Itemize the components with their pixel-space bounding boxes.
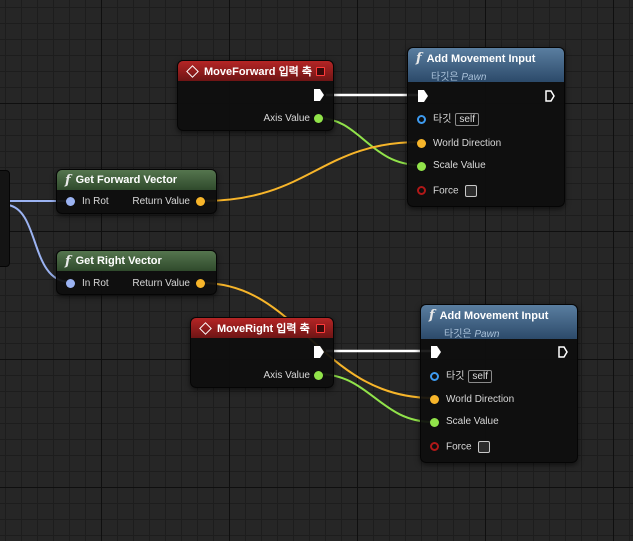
return-value-pin[interactable]	[196, 197, 205, 206]
exec-output-pin[interactable]	[545, 90, 555, 102]
event-marker-icon	[316, 323, 325, 333]
function-icon: f	[65, 172, 71, 188]
node-header: f Get Forward Vector	[57, 170, 216, 190]
in-rot-pin[interactable]	[66, 279, 75, 288]
add-movement-input-node-2[interactable]: f Add Movement Input 타깃은 Pawn 타깃 self Wor…	[420, 304, 578, 463]
scale-value-label: Scale Value	[446, 416, 499, 427]
world-direction-label: World Direction	[446, 394, 515, 405]
exec-input-pin[interactable]	[431, 346, 441, 358]
exec-output-pin[interactable]	[314, 346, 324, 358]
world-direction-label: World Direction	[433, 138, 502, 149]
scale-value-label: Scale Value	[433, 160, 486, 171]
node-title: Add Movement Input	[439, 309, 549, 322]
scale-value-pin[interactable]	[430, 418, 439, 427]
offscreen-node-edge	[0, 170, 10, 267]
get-forward-vector-node[interactable]: f Get Forward Vector In Rot Return Value	[56, 169, 217, 214]
target-pin-row: 타깃 self	[446, 370, 492, 383]
axis-value-label: Axis Value	[263, 113, 310, 124]
force-row: Force	[446, 441, 490, 454]
target-pin[interactable]	[430, 372, 439, 381]
world-direction-pin[interactable]	[430, 395, 439, 404]
diamond-icon	[199, 321, 212, 335]
node-header: f Add Movement Input 타깃은 Pawn	[421, 305, 577, 340]
in-rot-label: In Rot	[82, 278, 109, 289]
force-row: Force	[433, 185, 477, 198]
axis-value-pin[interactable]	[314, 114, 323, 123]
get-right-vector-node[interactable]: f Get Right Vector In Rot Return Value	[56, 250, 217, 295]
target-pin[interactable]	[417, 115, 426, 124]
force-checkbox[interactable]	[464, 185, 477, 197]
axis-value-label: Axis Value	[263, 370, 310, 381]
target-default-field[interactable]: self	[468, 370, 492, 383]
force-pin[interactable]	[430, 442, 439, 451]
node-subtitle: 타깃은 Pawn	[431, 72, 487, 83]
function-icon: f	[65, 253, 71, 269]
node-title: MoveRight 입력 축	[217, 323, 310, 335]
function-icon: f	[416, 51, 422, 66]
world-direction-pin[interactable]	[417, 139, 426, 148]
axis-value-pin[interactable]	[314, 371, 323, 380]
exec-output-pin[interactable]	[314, 89, 324, 101]
node-subtitle: 타깃은 Pawn	[444, 329, 500, 340]
exec-input-pin[interactable]	[418, 90, 428, 102]
return-value-label: Return Value	[132, 196, 190, 207]
move-right-event-node[interactable]: MoveRight 입력 축 Axis Value	[190, 317, 334, 388]
function-icon: f	[429, 308, 435, 323]
force-checkbox[interactable]	[477, 441, 490, 453]
add-movement-input-node-1[interactable]: f Add Movement Input 타깃은 Pawn 타깃 self Wor…	[407, 47, 565, 207]
target-default-field[interactable]: self	[455, 113, 479, 126]
return-value-label: Return Value	[132, 278, 190, 289]
force-pin[interactable]	[417, 186, 426, 195]
move-forward-event-node[interactable]: MoveForward 입력 축 Axis Value	[177, 60, 334, 131]
node-title: Add Movement Input	[426, 52, 536, 65]
in-rot-pin[interactable]	[66, 197, 75, 206]
target-pin-row: 타깃 self	[433, 113, 479, 126]
node-title: MoveForward 입력 축	[204, 66, 312, 78]
node-header: MoveForward 입력 축	[178, 61, 333, 81]
scale-value-pin[interactable]	[417, 162, 426, 171]
node-title: Get Right Vector	[75, 255, 162, 267]
wire-forward-vector	[201, 141, 421, 202]
return-value-pin[interactable]	[196, 279, 205, 288]
node-header: f Add Movement Input 타깃은 Pawn	[408, 48, 564, 83]
wire-axis-right	[317, 373, 434, 423]
event-marker-icon	[316, 66, 325, 76]
diamond-icon	[186, 64, 199, 78]
exec-output-pin[interactable]	[558, 346, 568, 358]
node-title: Get Forward Vector	[75, 174, 178, 186]
node-header: f Get Right Vector	[57, 251, 216, 271]
node-header: MoveRight 입력 축	[191, 318, 333, 338]
in-rot-label: In Rot	[82, 196, 109, 207]
